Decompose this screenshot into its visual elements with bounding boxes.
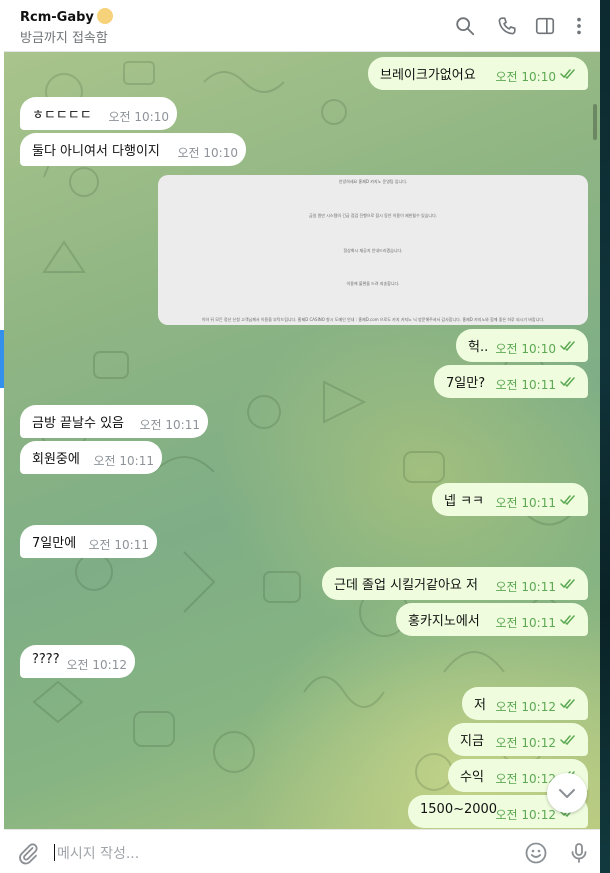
message-bubble[interactable]: 7일만? 오전 10:11 xyxy=(434,365,588,398)
message-bubble[interactable]: 지금 오전 10:12 xyxy=(448,723,588,756)
message-time: 오전 10:11 xyxy=(495,496,556,510)
message-text: 저 xyxy=(474,698,486,713)
double-check-icon xyxy=(560,735,575,745)
message-time: 오전 10:11 xyxy=(495,616,556,630)
message-bubble[interactable]: 금방 끝날수 있음 오전 10:11 xyxy=(20,405,208,438)
message-text: 근데 졸업 시킬거같아요 저 xyxy=(334,578,478,593)
image-text-line: 이하 뒤 모든 정산 신청 고객님께서 이용을 부탁드립니다. 홍제D CASI… xyxy=(201,317,545,322)
double-check-icon xyxy=(560,69,575,79)
chat-window: Rcm-Gaby 방금까지 접속함 브레이크가없어요 오전 10:10 ㅎㄷㄷㄷ… xyxy=(4,0,600,873)
message-text: 브레이크가없어요 xyxy=(380,68,476,83)
message-text: 1500~2000 xyxy=(420,802,498,817)
message-time: 오전 10:12 xyxy=(495,772,556,786)
message-bubble[interactable]: 회원중에 오전 10:11 xyxy=(20,441,162,474)
crown-emoji-icon xyxy=(96,8,113,24)
image-text-line: 이용에 불편을 드려 죄송합니다. xyxy=(346,281,400,286)
message-bubble[interactable]: 근데 졸업 시킬거같아요 저 오전 10:11 xyxy=(322,567,588,600)
last-seen-status: 방금까지 접속함 xyxy=(20,31,108,46)
image-text-line: 안녕하세요 홍제D 카지노 운영팀 입니다. xyxy=(338,179,408,184)
message-composer: 메시지 작성... xyxy=(4,829,600,873)
message-text: 지금 xyxy=(460,734,484,749)
image-text-line: 금일 원만 시스템의 긴급 점검 진행으로 잠시 동안 이용이 제한될수 있습니… xyxy=(308,213,438,218)
message-time: 오전 10:10 xyxy=(177,146,238,160)
message-time: 오전 10:11 xyxy=(495,378,556,392)
message-time: 오전 10:11 xyxy=(495,580,556,594)
message-text: 헉.. xyxy=(468,340,489,355)
scroll-to-bottom-button[interactable] xyxy=(547,773,587,813)
image-text-line: 정상화시 재공지 안내드리겠습니다. xyxy=(343,248,403,253)
text-cursor xyxy=(54,844,55,861)
message-time: 오전 10:12 xyxy=(495,808,556,822)
message-text: 홍카지노에서 xyxy=(408,614,480,629)
chat-scrollbar[interactable] xyxy=(593,104,597,140)
double-check-icon xyxy=(560,495,575,505)
message-time: 오전 10:11 xyxy=(139,418,200,432)
message-bubble[interactable]: 저 오전 10:12 xyxy=(462,687,588,720)
message-time: 오전 10:10 xyxy=(495,342,556,356)
double-check-icon xyxy=(560,377,575,387)
message-text: 7일만에 xyxy=(32,536,77,551)
double-check-icon xyxy=(560,699,575,709)
message-bubble[interactable]: 브레이크가없어요 오전 10:10 xyxy=(368,57,588,90)
message-bubble[interactable]: 헉.. 오전 10:10 xyxy=(456,329,588,362)
message-time: 오전 10:12 xyxy=(495,700,556,714)
message-text: 7일만? xyxy=(446,376,486,391)
message-time: 오전 10:10 xyxy=(495,70,556,84)
sidebar-icon[interactable] xyxy=(534,15,556,37)
double-check-icon xyxy=(560,341,575,351)
message-time: 오전 10:12 xyxy=(495,736,556,750)
message-text: 넵 ㅋㅋ xyxy=(444,494,485,509)
message-text: 회원중에 xyxy=(32,452,80,467)
message-list[interactable]: 브레이크가없어요 오전 10:10 ㅎㄷㄷㄷㄷ 오전 10:10 둘다 아니여서… xyxy=(4,52,600,829)
message-text: ???? xyxy=(32,652,60,667)
message-bubble[interactable]: ???? 오전 10:12 xyxy=(20,645,135,678)
message-input[interactable]: 메시지 작성... xyxy=(57,843,139,863)
image-message[interactable]: 안녕하세요 홍제D 카지노 운영팀 입니다. 금일 원만 시스템의 긴급 점검 … xyxy=(158,175,588,325)
microphone-icon[interactable] xyxy=(567,841,591,865)
message-text: ㅎㄷㄷㄷㄷ xyxy=(32,108,92,123)
message-bubble[interactable]: ㅎㄷㄷㄷㄷ 오전 10:10 xyxy=(20,97,177,130)
chevron-down-icon xyxy=(559,789,575,798)
search-icon[interactable] xyxy=(454,15,476,37)
more-icon[interactable] xyxy=(568,15,590,37)
message-bubble[interactable]: 둘다 아니여서 다행이지 오전 10:10 xyxy=(20,133,246,166)
message-text: 수익 xyxy=(460,770,484,785)
chat-title[interactable]: Rcm-Gaby xyxy=(20,8,113,25)
message-time: 오전 10:12 xyxy=(66,658,127,672)
double-check-icon xyxy=(560,615,575,625)
chat-title-text: Rcm-Gaby xyxy=(20,10,94,25)
message-time: 오전 10:11 xyxy=(88,538,149,552)
emoji-icon[interactable] xyxy=(524,841,548,865)
message-bubble[interactable]: 넵 ㅋㅋ 오전 10:11 xyxy=(432,483,588,516)
phone-icon[interactable] xyxy=(496,15,518,37)
attach-icon[interactable] xyxy=(16,841,40,865)
message-text: 둘다 아니여서 다행이지 xyxy=(32,144,160,159)
message-time: 오전 10:10 xyxy=(108,110,169,124)
message-bubble[interactable]: 7일만에 오전 10:11 xyxy=(20,525,157,558)
message-time: 오전 10:11 xyxy=(93,454,154,468)
chat-header: Rcm-Gaby 방금까지 접속함 xyxy=(4,0,600,52)
double-check-icon xyxy=(560,579,575,589)
message-text: 금방 끝날수 있음 xyxy=(32,416,124,431)
desktop-edge-right xyxy=(600,0,610,873)
message-bubble[interactable]: 홍카지노에서 오전 10:11 xyxy=(396,603,588,636)
